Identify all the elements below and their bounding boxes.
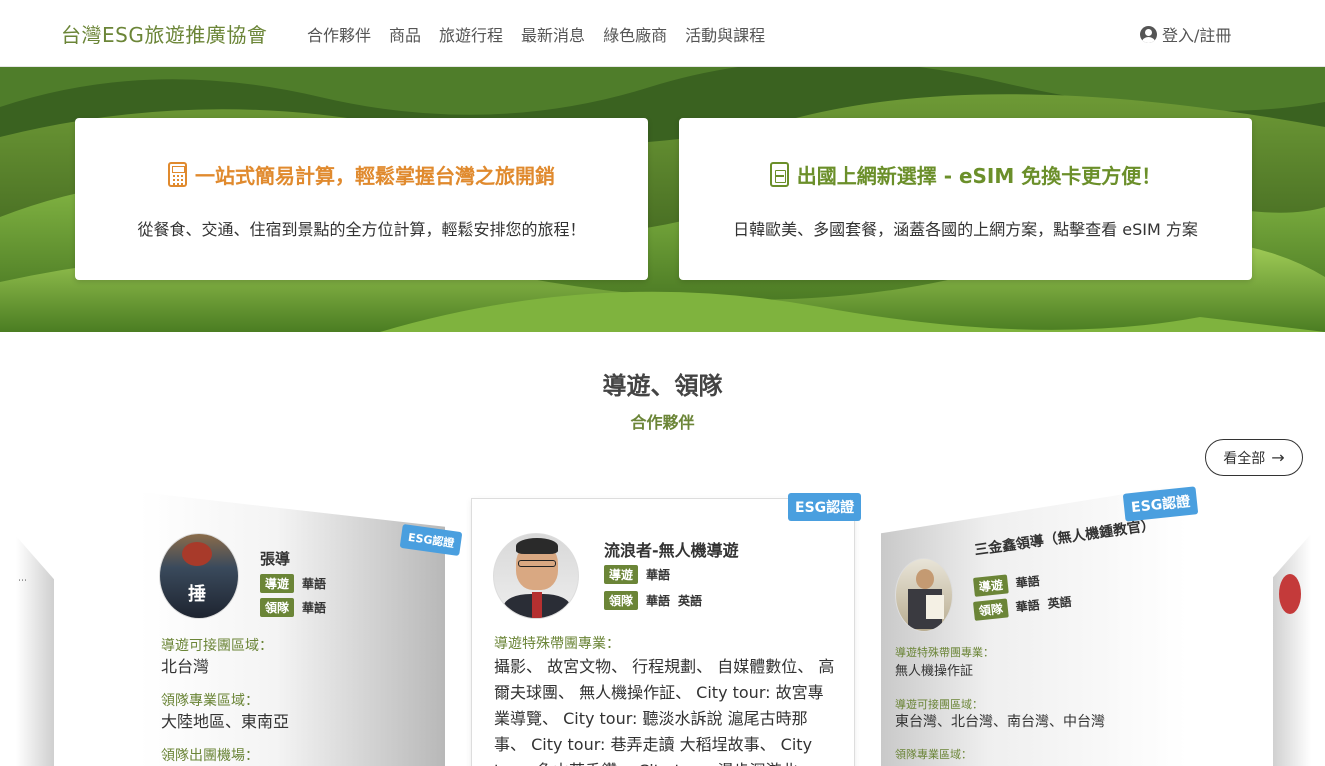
esg-certified-badge: ESG認證 — [788, 493, 862, 521]
guide-card-left[interactable]: 捶 張導 導遊 華語 領隊 華語 導遊可接團區域： 北台灣 領隊專業區域： 大陸… — [139, 492, 445, 766]
field-value: 東台灣、北台灣、南台灣、中台灣 — [895, 714, 1105, 730]
field-value: 攝影、 故宮文物、 行程規劃、 自媒體數位、 高爾夫球團、 無人機操作証、 Ci… — [494, 657, 835, 766]
language: 華語 — [646, 568, 671, 582]
leader-role-row: 領隊 華語 英語 — [604, 591, 702, 610]
view-all-label: 看全部 — [1223, 450, 1266, 467]
role-tag: 導遊 — [604, 565, 639, 584]
language: 英語 — [678, 594, 703, 608]
leader-role-row: 領隊 華語 英語 — [973, 592, 1072, 621]
nav-partners[interactable]: 合作夥伴 — [307, 22, 371, 46]
field-label: 導遊特殊帶團專業： — [494, 636, 620, 652]
role-tag: 導遊 — [260, 574, 295, 593]
budget-calculator-card[interactable]: 一站式簡易計算，輕鬆掌握台灣之旅開銷 從餐食、交通、住宿到景點的全方位計算，輕鬆… — [75, 118, 648, 280]
guide-avatar — [493, 533, 579, 619]
guide-name: 張導 — [260, 550, 291, 568]
field-value: 北台灣 — [161, 657, 210, 676]
nav-news[interactable]: 最新消息 — [521, 22, 585, 46]
field-label: 導遊可接團區域： — [895, 698, 983, 711]
field-value: 大陸地區、東南亞 — [161, 712, 290, 731]
hero-banner: 一站式簡易計算，輕鬆掌握台灣之旅開銷 從餐食、交通、住宿到景點的全方位計算，輕鬆… — [0, 67, 1325, 332]
language: 華語 — [302, 601, 327, 615]
guide-role-row: 導遊 華語 — [604, 565, 670, 584]
leader-role-row: 領隊 華語 — [260, 598, 326, 617]
role-tag: 導遊 — [973, 574, 1009, 597]
brand-logo-text[interactable]: 台灣ESG旅遊推廣協會 — [61, 19, 267, 48]
guide-avatar: 捶 — [159, 533, 239, 619]
esim-title: 出國上網新選擇 - eSIM 免換卡更方便！ — [679, 160, 1252, 189]
login-register-link[interactable]: 登入/註冊 — [1140, 22, 1231, 46]
field-label: 領隊專業區域： — [895, 748, 972, 761]
avatar — [1279, 574, 1301, 614]
main-nav: 合作夥伴 商品 旅遊行程 最新消息 綠色廠商 活動與課程 — [307, 22, 765, 46]
language: 華語 — [646, 594, 671, 608]
field-label: 導遊可接團區域： — [161, 638, 273, 654]
guide-card-center[interactable]: 流浪者-無人機導遊 導遊 華語 領隊 華語 英語 導遊特殊帶團專業： 攝影、 故… — [471, 498, 855, 766]
nav-itineraries[interactable]: 旅遊行程 — [439, 22, 503, 46]
role-tag: 領隊 — [604, 591, 639, 610]
nav-events-courses[interactable]: 活動與課程 — [685, 22, 765, 46]
language: 英語 — [1046, 594, 1073, 612]
guide-avatar — [895, 558, 953, 632]
guide-role-row: 導遊 華語 — [973, 571, 1041, 597]
guide-card-far-right[interactable] — [1273, 534, 1311, 766]
esg-certified-badge: ESG認證 — [1122, 486, 1199, 522]
guide-card-right[interactable]: 三金鑫領導（無人機鍾教官） 導遊 華語 領隊 華語 英語 導遊特殊帶團專業： 無… — [881, 484, 1187, 766]
language: 華語 — [1015, 574, 1041, 591]
field-label: 領隊出團機場： — [161, 748, 259, 764]
budget-calculator-title: 一站式簡易計算，輕鬆掌握台灣之旅開銷 — [75, 160, 648, 189]
section-title: 導遊、領隊 — [602, 372, 723, 400]
esim-title-text: 出國上網新選擇 - eSIM 免換卡更方便！ — [796, 164, 1162, 188]
role-tag: 領隊 — [973, 598, 1009, 621]
language: 華語 — [302, 577, 327, 591]
calculator-icon — [168, 162, 187, 187]
budget-calculator-title-text: 一站式簡易計算，輕鬆掌握台灣之旅開銷 — [195, 164, 555, 188]
guide-role-row: 導遊 華語 — [260, 574, 326, 593]
nav-products[interactable]: 商品 — [389, 22, 421, 46]
esim-desc: 日韓歐美、多國套餐，涵蓋各國的上網方案，點擊查看 eSIM 方案 — [733, 220, 1198, 239]
role-tag: 領隊 — [260, 598, 295, 617]
arrow-right-icon: → — [1271, 448, 1285, 467]
sim-card-icon — [769, 162, 789, 187]
field-value: 無人機操作証 — [895, 664, 974, 679]
login-label: 登入/註冊 — [1162, 26, 1232, 45]
guide-card-far-left[interactable]: ⋯ — [16, 536, 54, 766]
field-label: 導遊特殊帶團專業： — [895, 646, 994, 659]
top-navbar: 台灣ESG旅遊推廣協會 合作夥伴 商品 旅遊行程 最新消息 綠色廠商 活動與課程… — [0, 0, 1325, 67]
guide-name: 流浪者-無人機導遊 — [604, 541, 739, 560]
budget-calculator-desc: 從餐食、交通、住宿到景點的全方位計算，輕鬆安排您的旅程！ — [137, 220, 586, 239]
section-subtitle: 合作夥伴 — [630, 413, 695, 432]
language: 華語 — [1015, 598, 1041, 615]
esim-card[interactable]: 出國上網新選擇 - eSIM 免換卡更方便！ 日韓歐美、多國套餐，涵蓋各國的上網… — [679, 118, 1252, 280]
user-circle-icon — [1140, 25, 1157, 43]
view-all-button[interactable]: 看全部 → — [1205, 439, 1303, 476]
nav-green-vendors[interactable]: 綠色廠商 — [603, 22, 667, 46]
edge-text: ⋯ — [18, 576, 27, 586]
field-label: 領隊專業區域： — [161, 693, 259, 709]
